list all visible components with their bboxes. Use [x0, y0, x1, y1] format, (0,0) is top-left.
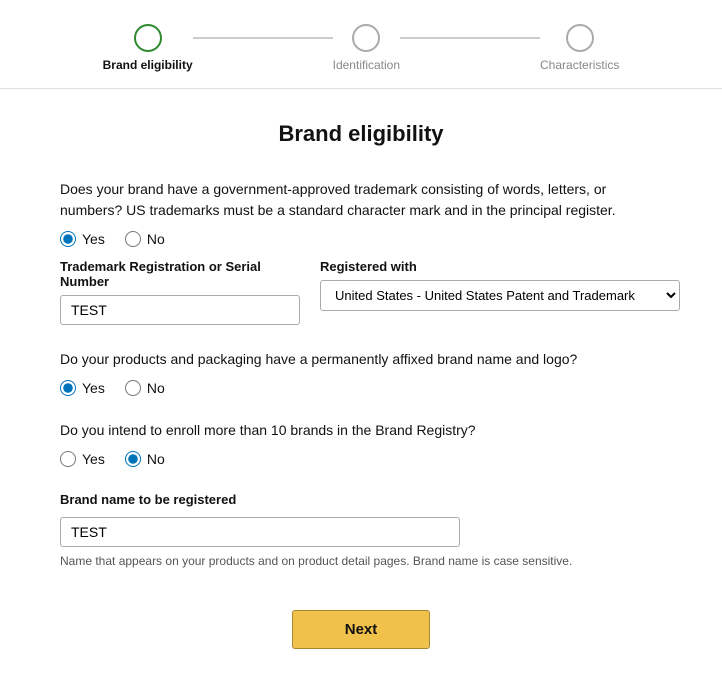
step-label-brand-eligibility: Brand eligibility — [103, 58, 193, 72]
registration-input[interactable] — [60, 295, 300, 325]
q1-no-radio[interactable] — [125, 231, 141, 247]
q3-text: Do you intend to enroll more than 10 bra… — [60, 420, 662, 441]
q2-section: Do your products and packaging have a pe… — [60, 349, 662, 396]
q3-yes-radio[interactable] — [60, 451, 76, 467]
registered-with-label: Registered with — [320, 259, 680, 274]
q2-no-label[interactable]: No — [125, 380, 165, 396]
q1-no-text: No — [147, 231, 165, 247]
brand-name-input[interactable] — [60, 517, 460, 547]
q1-radio-group: Yes No — [60, 231, 662, 247]
step-connector-2 — [400, 37, 540, 39]
q2-no-text: No — [147, 380, 165, 396]
q3-radio-group: Yes No — [60, 451, 662, 467]
registered-with-field-group: Registered with United States - United S… — [320, 259, 680, 311]
brand-name-label: Brand name to be registered — [60, 492, 236, 507]
step-circle-identification — [352, 24, 380, 52]
step-connector-1 — [193, 37, 333, 39]
q1-no-label[interactable]: No — [125, 231, 165, 247]
step-identification: Identification — [333, 24, 400, 72]
q1-text: Does your brand have a government-approv… — [60, 179, 662, 221]
q3-no-radio[interactable] — [125, 451, 141, 467]
q1-yes-text: Yes — [82, 231, 105, 247]
q2-text: Do your products and packaging have a pe… — [60, 349, 662, 370]
q2-radio-group: Yes No — [60, 380, 662, 396]
q1-yes-radio[interactable] — [60, 231, 76, 247]
step-brand-eligibility: Brand eligibility — [103, 24, 193, 72]
step-characteristics: Characteristics — [540, 24, 619, 72]
q3-section: Do you intend to enroll more than 10 bra… — [60, 420, 662, 467]
step-label-characteristics: Characteristics — [540, 58, 619, 72]
stepper: Brand eligibility Identification Charact… — [0, 0, 722, 89]
brand-name-section: Brand name to be registered Name that ap… — [60, 491, 662, 570]
registered-with-select[interactable]: United States - United States Patent and… — [320, 280, 680, 311]
step-circle-characteristics — [566, 24, 594, 52]
trademark-fields: Trademark Registration or Serial Number … — [60, 259, 662, 325]
q1-yes-label[interactable]: Yes — [60, 231, 105, 247]
button-row: Next — [60, 610, 662, 649]
main-content: Brand eligibility Does your brand have a… — [0, 89, 722, 689]
page-title: Brand eligibility — [60, 121, 662, 147]
brand-name-helper: Name that appears on your products and o… — [60, 553, 662, 570]
q2-yes-radio[interactable] — [60, 380, 76, 396]
q3-yes-text: Yes — [82, 451, 105, 467]
q3-no-text: No — [147, 451, 165, 467]
next-button[interactable]: Next — [292, 610, 431, 649]
step-label-identification: Identification — [333, 58, 400, 72]
q3-yes-label[interactable]: Yes — [60, 451, 105, 467]
q3-no-label[interactable]: No — [125, 451, 165, 467]
registration-field-group: Trademark Registration or Serial Number — [60, 259, 300, 325]
step-circle-brand-eligibility — [134, 24, 162, 52]
q2-no-radio[interactable] — [125, 380, 141, 396]
q1-section: Does your brand have a government-approv… — [60, 179, 662, 325]
q2-yes-label[interactable]: Yes — [60, 380, 105, 396]
q2-yes-text: Yes — [82, 380, 105, 396]
registration-label: Trademark Registration or Serial Number — [60, 259, 300, 289]
